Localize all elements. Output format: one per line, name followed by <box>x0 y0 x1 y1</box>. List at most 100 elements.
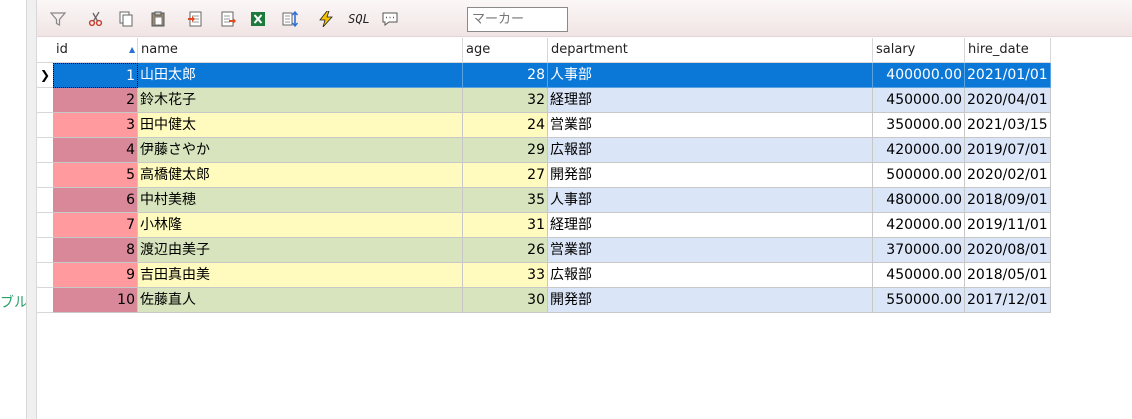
cell-hire-date[interactable]: 2020/02/01 <box>965 163 1051 188</box>
cell-id[interactable]: 7 <box>53 213 138 238</box>
cell-age[interactable]: 33 <box>463 263 548 288</box>
cell-id[interactable]: 3 <box>53 113 138 138</box>
row-indicator[interactable] <box>37 263 53 288</box>
cell-name[interactable]: 田中健太 <box>138 113 463 138</box>
table-row[interactable]: 5 高橋健太郎 27 開発部 500000.00 2020/02/01 <box>37 163 1051 188</box>
row-indicator[interactable] <box>37 138 53 163</box>
sort-icon[interactable] <box>281 10 299 28</box>
cell-name[interactable]: 鈴木花子 <box>138 88 463 113</box>
cell-hire-date[interactable]: 2020/04/01 <box>965 88 1051 113</box>
column-header-name[interactable]: name <box>138 38 463 63</box>
cell-hire-date[interactable]: 2018/09/01 <box>965 188 1051 213</box>
cell-name[interactable]: 吉田真由美 <box>138 263 463 288</box>
cell-salary[interactable]: 400000.00 <box>873 63 965 88</box>
table-row[interactable]: 2 鈴木花子 32 経理部 450000.00 2020/04/01 <box>37 88 1051 113</box>
scissors-icon[interactable] <box>87 10 105 28</box>
sql-icon[interactable]: SQL <box>347 10 371 28</box>
row-indicator[interactable] <box>37 113 53 138</box>
cell-hire-date[interactable]: 2019/11/01 <box>965 213 1051 238</box>
cell-age[interactable]: 26 <box>463 238 548 263</box>
cell-hire-date[interactable]: 2021/01/01 <box>965 63 1051 88</box>
cell-id[interactable]: 4 <box>53 138 138 163</box>
cell-id[interactable]: 1 <box>53 63 138 88</box>
cell-department[interactable]: 経理部 <box>548 213 873 238</box>
cell-age[interactable]: 27 <box>463 163 548 188</box>
table-row[interactable]: 7 小林隆 31 経理部 420000.00 2019/11/01 <box>37 213 1051 238</box>
cell-hire-date[interactable]: 2020/08/01 <box>965 238 1051 263</box>
cell-id[interactable]: 8 <box>53 238 138 263</box>
cell-department[interactable]: 開発部 <box>548 288 873 313</box>
cell-name[interactable]: 高橋健太郎 <box>138 163 463 188</box>
cell-age[interactable]: 31 <box>463 213 548 238</box>
cell-name[interactable]: 佐藤直人 <box>138 288 463 313</box>
cell-department[interactable]: 営業部 <box>548 113 873 138</box>
row-indicator[interactable] <box>37 288 53 313</box>
column-header-salary[interactable]: salary <box>873 38 965 63</box>
cell-salary[interactable]: 370000.00 <box>873 238 965 263</box>
row-indicator[interactable] <box>37 88 53 113</box>
cell-age[interactable]: 28 <box>463 63 548 88</box>
cell-department[interactable]: 経理部 <box>548 88 873 113</box>
import-icon[interactable] <box>186 10 204 28</box>
column-header-hire-date[interactable]: hire_date <box>965 38 1051 63</box>
column-header-id[interactable]: id ▲ <box>53 38 138 63</box>
cell-age[interactable]: 24 <box>463 113 548 138</box>
lightning-icon[interactable] <box>317 10 335 28</box>
paste-icon[interactable] <box>149 10 167 28</box>
cell-hire-date[interactable]: 2021/03/15 <box>965 113 1051 138</box>
cell-salary[interactable]: 420000.00 <box>873 213 965 238</box>
copy-icon[interactable] <box>117 10 135 28</box>
column-header-department[interactable]: department <box>548 38 873 63</box>
column-header-age[interactable]: age <box>463 38 548 63</box>
cell-salary[interactable]: 450000.00 <box>873 88 965 113</box>
cell-salary[interactable]: 550000.00 <box>873 288 965 313</box>
marker-input[interactable] <box>467 7 568 32</box>
panel-splitter[interactable] <box>26 0 37 419</box>
cell-salary[interactable]: 420000.00 <box>873 138 965 163</box>
cell-hire-date[interactable]: 2018/05/01 <box>965 263 1051 288</box>
cell-department[interactable]: 人事部 <box>548 188 873 213</box>
cell-name[interactable]: 山田太郎 <box>138 63 463 88</box>
table-row[interactable]: 3 田中健太 24 営業部 350000.00 2021/03/15 <box>37 113 1051 138</box>
cell-hire-date[interactable]: 2017/12/01 <box>965 288 1051 313</box>
cell-department[interactable]: 開発部 <box>548 163 873 188</box>
table-row[interactable]: 9 吉田真由美 33 広報部 450000.00 2018/05/01 <box>37 263 1051 288</box>
cell-id[interactable]: 6 <box>53 188 138 213</box>
row-indicator[interactable] <box>37 188 53 213</box>
row-indicator[interactable] <box>37 238 53 263</box>
cell-age[interactable]: 30 <box>463 288 548 313</box>
cell-id[interactable]: 9 <box>53 263 138 288</box>
cell-department[interactable]: 営業部 <box>548 238 873 263</box>
left-panel: ブル <box>0 0 28 419</box>
filter-icon[interactable] <box>49 10 67 28</box>
cell-name[interactable]: 伊藤さやか <box>138 138 463 163</box>
cell-name[interactable]: 中村美穂 <box>138 188 463 213</box>
excel-icon[interactable] <box>249 10 267 28</box>
table-row[interactable]: 4 伊藤さやか 29 広報部 420000.00 2019/07/01 <box>37 138 1051 163</box>
cell-id[interactable]: 10 <box>53 288 138 313</box>
table-row[interactable]: 8 渡辺由美子 26 営業部 370000.00 2020/08/01 <box>37 238 1051 263</box>
cell-id[interactable]: 2 <box>53 88 138 113</box>
cell-age[interactable]: 32 <box>463 88 548 113</box>
cell-department[interactable]: 広報部 <box>548 138 873 163</box>
row-indicator[interactable] <box>37 213 53 238</box>
comment-icon[interactable] <box>381 10 399 28</box>
cell-salary[interactable]: 500000.00 <box>873 163 965 188</box>
current-row-indicator-icon[interactable]: ❯ <box>37 63 53 88</box>
cell-department[interactable]: 人事部 <box>548 63 873 88</box>
cell-age[interactable]: 29 <box>463 138 548 163</box>
cell-id[interactable]: 5 <box>53 163 138 188</box>
cell-name[interactable]: 小林隆 <box>138 213 463 238</box>
cell-hire-date[interactable]: 2019/07/01 <box>965 138 1051 163</box>
export-icon[interactable] <box>220 10 238 28</box>
table-row[interactable]: 10 佐藤直人 30 開発部 550000.00 2017/12/01 <box>37 288 1051 313</box>
table-row[interactable]: ❯ 1 山田太郎 28 人事部 400000.00 2021/01/01 <box>37 63 1051 88</box>
cell-salary[interactable]: 350000.00 <box>873 113 965 138</box>
cell-salary[interactable]: 480000.00 <box>873 188 965 213</box>
row-indicator[interactable] <box>37 163 53 188</box>
cell-department[interactable]: 広報部 <box>548 263 873 288</box>
cell-name[interactable]: 渡辺由美子 <box>138 238 463 263</box>
cell-salary[interactable]: 450000.00 <box>873 263 965 288</box>
table-row[interactable]: 6 中村美穂 35 人事部 480000.00 2018/09/01 <box>37 188 1051 213</box>
cell-age[interactable]: 35 <box>463 188 548 213</box>
